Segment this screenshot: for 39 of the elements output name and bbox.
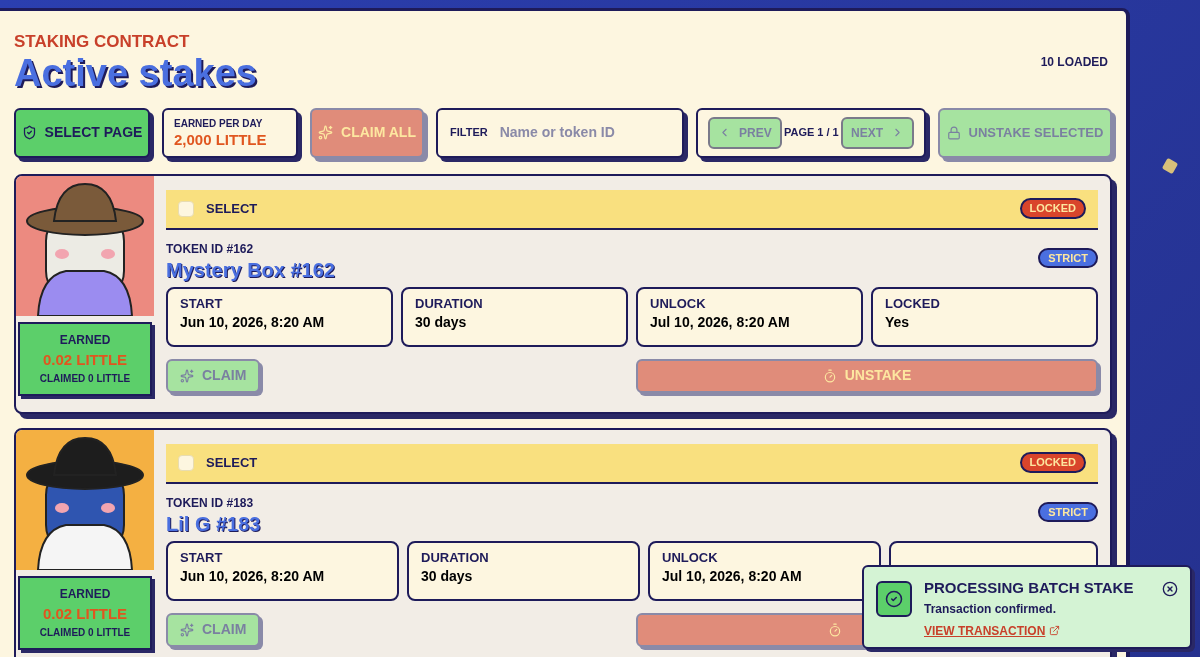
field-label: LOCKED <box>885 296 941 310</box>
field-label: UNLOCK <box>662 550 719 564</box>
earned-label: EARNED <box>59 331 111 349</box>
filter-label: FILTER <box>450 125 488 141</box>
loaded-count: 10 LOADED <box>1040 54 1108 71</box>
earned-per-day-label: EARNED PER DAY <box>174 116 264 131</box>
field-value: Jun 10, 2026, 8:20 AM <box>180 313 326 331</box>
field-label: DURATION <box>421 550 490 564</box>
page-title: Active stakes <box>14 51 257 96</box>
mode-badge: STRICT <box>1038 501 1098 522</box>
field-value: Yes <box>885 313 911 331</box>
status-badge: LOCKED <box>1019 198 1086 219</box>
toast-message: Transaction confirmed. <box>924 600 1058 618</box>
earned-per-day-value: 2,000 LITTLE <box>174 130 268 150</box>
earned-amount: 0.02 LITTLE <box>42 349 128 370</box>
select-label: SELECT <box>206 453 258 472</box>
field-label: START <box>180 296 224 310</box>
page-indicator: PAGE 1 / 1 <box>783 125 839 141</box>
field-label: DURATION <box>415 296 484 310</box>
select-label: SELECT <box>206 199 258 218</box>
toast-title: PROCESSING BATCH STAKE <box>924 578 1135 598</box>
mode-badge: STRICT <box>1038 247 1098 268</box>
field-value: Jun 10, 2026, 8:20 AM <box>180 567 326 585</box>
claimed-amount: CLAIMED 0 LITTLE <box>39 626 131 641</box>
eyebrow-label: STAKING CONTRACT <box>14 33 191 50</box>
status-badge: LOCKED <box>1019 452 1086 473</box>
field-label: UNLOCK <box>650 296 707 310</box>
token-id: TOKEN ID #162 <box>166 240 255 258</box>
claimed-amount: CLAIMED 0 LITTLE <box>39 372 131 387</box>
field-label: START <box>180 550 224 564</box>
earned-amount: 0.02 LITTLE <box>42 603 128 624</box>
stake-name: Mystery Box #162 <box>166 257 335 283</box>
field-value: Jul 10, 2026, 8:20 AM <box>662 567 803 585</box>
stake-name: Lil G #183 <box>166 511 261 537</box>
field-value: 30 days <box>421 567 474 585</box>
field-value: Jul 10, 2026, 8:20 AM <box>650 313 791 331</box>
token-id: TOKEN ID #183 <box>166 494 255 512</box>
earned-label: EARNED <box>59 585 111 603</box>
field-value: 30 days <box>415 313 468 331</box>
